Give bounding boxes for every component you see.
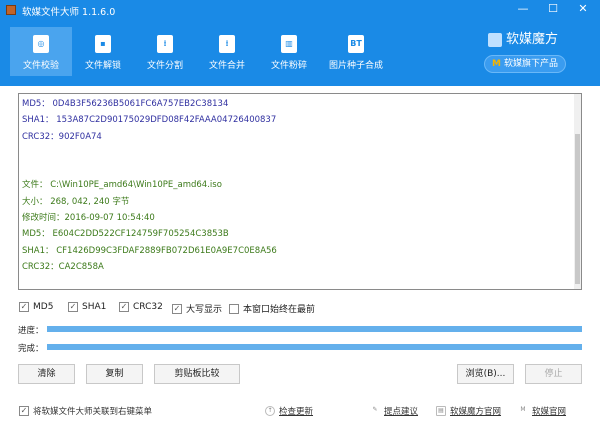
check-update-link[interactable]: ↑ 检查更新 <box>265 405 313 417</box>
tab-file-split[interactable]: ⁞ 文件分割 <box>134 27 196 76</box>
shredder-icon: ▥ <box>281 35 297 53</box>
result-line: 文件： C:\Win10PE_amd64\Win10PE_amd64.iso <box>22 180 222 191</box>
clipboard-compare-button[interactable]: 剪贴板比较 <box>154 364 240 384</box>
browse-button[interactable]: 浏览(B)... <box>457 364 514 384</box>
header: 软媒文件大师 1.1.6.0 — ☐ ✕ ◎ 文件校验 ▪ 文件解锁 ⁞ 文件分割 ⁞… <box>0 0 600 86</box>
check-icon: ✓ <box>172 303 182 314</box>
md5-checkbox[interactable]: ✓ MD5 <box>19 302 53 312</box>
unlock-icon: ▪ <box>95 35 111 53</box>
m-logo-icon: M <box>520 406 526 413</box>
zip-split-icon: ⁞ <box>157 35 173 53</box>
feedback-link[interactable]: ✎ 提点建议 <box>370 405 418 417</box>
maximize-button[interactable]: ☐ <box>543 2 563 15</box>
complete-bar <box>47 344 582 350</box>
scrollbar-thumb[interactable] <box>575 134 580 284</box>
minimize-button[interactable]: — <box>513 2 533 15</box>
app-icon <box>6 5 16 15</box>
tab-file-merge[interactable]: ⁞ 文件合并 <box>196 27 258 76</box>
complete-label: 完成： <box>18 344 44 354</box>
cube-icon <box>488 32 502 47</box>
copy-button[interactable]: 复制 <box>86 364 143 384</box>
arrow-up-icon: ↑ <box>265 406 275 416</box>
result-line: SHA1： 153A87C2D90175029DFD08F42FAAA04726… <box>22 115 277 126</box>
site-icon: ▤ <box>436 406 446 416</box>
result-line: SHA1： CF1426D99C3FDAF2889FB072D61E0A9E7C… <box>22 245 277 256</box>
magnifier-icon: ◎ <box>33 35 49 53</box>
clear-button[interactable]: 清除 <box>18 364 75 384</box>
tab-file-shred[interactable]: ▥ 文件粉碎 <box>258 27 320 76</box>
window-title: 软媒文件大师 1.1.6.0 <box>22 7 116 18</box>
always-on-top-checkbox[interactable]: 本窗口始终在最前 <box>229 302 315 315</box>
tab-file-verify[interactable]: ◎ 文件校验 <box>10 27 72 76</box>
result-output[interactable]: MD5： 0D4B3F56236B5061FC6A757EB2C38134 SH… <box>18 93 582 290</box>
check-icon: ✓ <box>19 406 29 416</box>
stop-button[interactable]: 停止 <box>525 364 582 384</box>
scrollbar[interactable] <box>574 94 581 289</box>
result-line: 修改时间：2016-09-07 10:54:40 <box>22 213 155 224</box>
brand-logo: 软媒魔方 <box>488 28 558 47</box>
result-line: CRC32：CA2C858A <box>22 261 104 272</box>
check-icon: ✓ <box>68 302 78 312</box>
check-icon: ✓ <box>19 302 29 312</box>
tab-image-torrent[interactable]: BT 图片种子合成 <box>320 27 392 76</box>
sha1-checkbox[interactable]: ✓ SHA1 <box>68 302 106 312</box>
progress-label: 进度： <box>18 326 44 336</box>
pencil-icon: ✎ <box>372 406 378 413</box>
products-button[interactable]: M 软媒旗下产品 <box>484 55 566 73</box>
tab-file-unlock[interactable]: ▪ 文件解锁 <box>72 27 134 76</box>
result-line: MD5： E604C2DD522CF124759F705254C3853B <box>22 229 229 240</box>
m-logo-icon: M <box>492 59 501 69</box>
zip-merge-icon: ⁞ <box>219 35 235 53</box>
check-icon: ✓ <box>119 302 129 312</box>
result-line: 大小： 268, 042, 240 字节 <box>22 196 130 207</box>
context-menu-checkbox[interactable]: ✓ 将软媒文件大师关联到右键菜单 <box>19 405 152 417</box>
mofang-site-link[interactable]: ▤ 软媒魔方官网 <box>436 405 501 417</box>
close-button[interactable]: ✕ <box>573 2 593 15</box>
crc32-checkbox[interactable]: ✓ CRC32 <box>119 302 163 312</box>
uppercase-checkbox[interactable]: ✓ 大写显示 <box>172 302 222 315</box>
bt-icon: BT <box>348 35 364 53</box>
result-line: CRC32：902F0A74 <box>22 131 102 142</box>
result-line: MD5： 0D4B3F56236B5061FC6A757EB2C38134 <box>22 99 229 109</box>
ruanmei-site-link[interactable]: M 软媒官网 <box>518 405 566 417</box>
progress-bar <box>47 326 582 332</box>
